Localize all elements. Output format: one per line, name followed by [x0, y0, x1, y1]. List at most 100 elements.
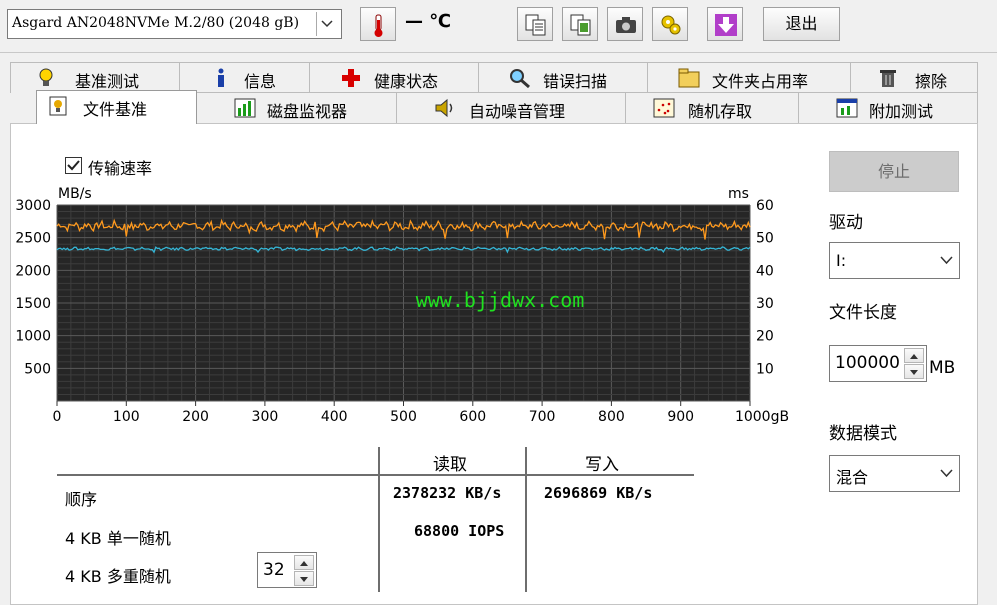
speaker-icon: [435, 98, 453, 118]
4k-single-read-value: 68800 IOPS: [414, 522, 505, 540]
drive-letter-select[interactable]: I:: [829, 242, 960, 279]
x-tick-label: 400: [321, 409, 348, 425]
y-left-tick-label: 2500: [15, 231, 51, 247]
table-divider: [525, 447, 527, 592]
spin-up-button[interactable]: [294, 555, 314, 570]
tab-label: 擦除: [915, 72, 948, 91]
tab-label: 错误扫描: [543, 72, 608, 91]
tab-label: 文件基准: [83, 100, 148, 119]
table-divider: [378, 447, 380, 592]
y-left-tick-label: 2000: [15, 263, 51, 279]
file-length-unit: MB: [929, 358, 956, 378]
tab-info[interactable]: 信息: [179, 62, 310, 93]
chevron-down-icon[interactable]: [316, 12, 339, 36]
toolbar: Asgard AN2048NVMe M.2/80 (2048 gB) — ℃ 退…: [0, 0, 997, 53]
tab-label: 随机存取: [688, 102, 753, 121]
file-length-value: 100000: [835, 353, 900, 373]
tab-aam[interactable]: 自动噪音管理: [396, 92, 626, 123]
copy-image-icon: [570, 14, 591, 36]
tab-file-benchmark[interactable]: 文件基准: [36, 90, 197, 124]
transfer-rate-label: 传输速率: [88, 159, 153, 178]
spin-down-button[interactable]: [294, 571, 314, 586]
x-tick-label: 800: [598, 409, 625, 425]
y-right-tick-label: 40: [756, 263, 774, 279]
tab-extra-tests[interactable]: 附加测试: [798, 92, 978, 123]
tab-label: 附加测试: [869, 102, 934, 121]
tab-health[interactable]: 健康状态: [309, 62, 479, 93]
y-right-tick-label: 50: [756, 231, 774, 247]
magnifier-icon: [510, 69, 530, 88]
data-mode-value: 混合: [836, 468, 869, 487]
stop-button[interactable]: 停止: [829, 151, 959, 192]
drive-label: 驱动: [829, 213, 863, 233]
tab-folder-usage[interactable]: 文件夹占用率: [647, 62, 851, 93]
col-header-read: 读取: [433, 455, 467, 475]
data-mode-select[interactable]: 混合: [829, 455, 960, 492]
info-icon: [218, 68, 224, 87]
x-tick-label: 900: [667, 409, 694, 425]
download-button[interactable]: [707, 7, 743, 41]
transfer-rate-chart: 0 100 200 300 400 500 600 700 800 900 1000gB 3000 25…: [15, 186, 789, 425]
bar-chart-icon: [234, 98, 256, 118]
spin-down-icon: [300, 577, 308, 582]
tab-error-scan[interactable]: 错误扫描: [478, 62, 648, 93]
exit-button[interactable]: 退出: [763, 7, 840, 41]
x-tick-label: 500: [390, 409, 417, 425]
drive-select[interactable]: Asgard AN2048NVMe M.2/80 (2048 gB): [7, 9, 342, 39]
tab-label: 基准测试: [75, 72, 140, 91]
sequential-write-value: 2696869 KB/s: [544, 484, 653, 502]
tab-label: 健康状态: [374, 72, 439, 91]
temperature-readout: — ℃: [405, 11, 452, 32]
watermark: www.bjjdwx.com: [416, 288, 585, 312]
x-tick-label: 1000gB: [735, 409, 789, 425]
data-mode-label: 数据模式: [829, 424, 897, 444]
queue-depth-input[interactable]: 32: [257, 552, 317, 588]
file-length-label: 文件长度: [829, 303, 897, 323]
spin-down-button[interactable]: [904, 364, 924, 379]
col-header-write: 写入: [585, 455, 619, 475]
copy-text-button[interactable]: [517, 7, 553, 41]
copy-image-button[interactable]: [562, 7, 598, 41]
copy-text-icon: [525, 14, 546, 36]
tab-benchmark[interactable]: 基准测试: [10, 62, 180, 93]
x-tick-label: 100: [113, 409, 140, 425]
tab-disk-monitor[interactable]: 磁盘监视器: [196, 92, 397, 123]
tab-label: 文件夹占用率: [712, 72, 809, 91]
tab-label: 自动噪音管理: [469, 102, 566, 121]
x-tick-label: 0: [53, 409, 62, 425]
y-right-tick-label: 10: [756, 361, 774, 377]
drive-select-value: Asgard AN2048NVMe M.2/80 (2048 gB): [12, 15, 300, 31]
trash-icon: [880, 70, 896, 87]
lightbulb-icon: [39, 68, 53, 86]
tab-random-access[interactable]: 随机存取: [625, 92, 799, 123]
y-right-tick-label: 30: [756, 296, 774, 312]
y-right-tick-label: 20: [756, 329, 774, 345]
queue-depth-value: 32: [263, 560, 285, 580]
y-left-tick-label: 1000: [15, 329, 51, 345]
tab-label: 磁盘监视器: [267, 102, 348, 121]
left-axis-unit: MB/s: [58, 186, 92, 202]
x-tick-label: 600: [459, 409, 486, 425]
chevron-down-icon: [940, 256, 953, 265]
file-bench-icon: [49, 96, 67, 116]
gear-icon: [661, 15, 681, 35]
down-arrow-icon: [715, 14, 737, 36]
file-length-input[interactable]: 100000: [829, 345, 927, 382]
row-label-4k-multi: 4 KB 多重随机: [65, 567, 171, 586]
random-access-icon: [653, 98, 675, 118]
tab-erase[interactable]: 擦除: [850, 62, 978, 93]
health-cross-icon: [342, 69, 360, 87]
extra-test-icon: [836, 98, 858, 118]
y-right-tick-label: 60: [756, 198, 774, 214]
x-tick-label: 700: [529, 409, 556, 425]
screenshot-button[interactable]: [607, 7, 643, 41]
sequential-read-value: 2378232 KB/s: [393, 484, 502, 502]
y-left-tick-label: 500: [24, 361, 51, 377]
spin-down-icon: [910, 370, 918, 375]
spin-up-button[interactable]: [904, 348, 924, 363]
row-label-4k-single: 4 KB 单一随机: [65, 529, 171, 548]
y-left-tick-label: 3000: [15, 198, 51, 214]
thermometer-icon: [360, 7, 396, 41]
options-button[interactable]: [652, 7, 688, 41]
y-left-tick-label: 1500: [15, 296, 51, 312]
